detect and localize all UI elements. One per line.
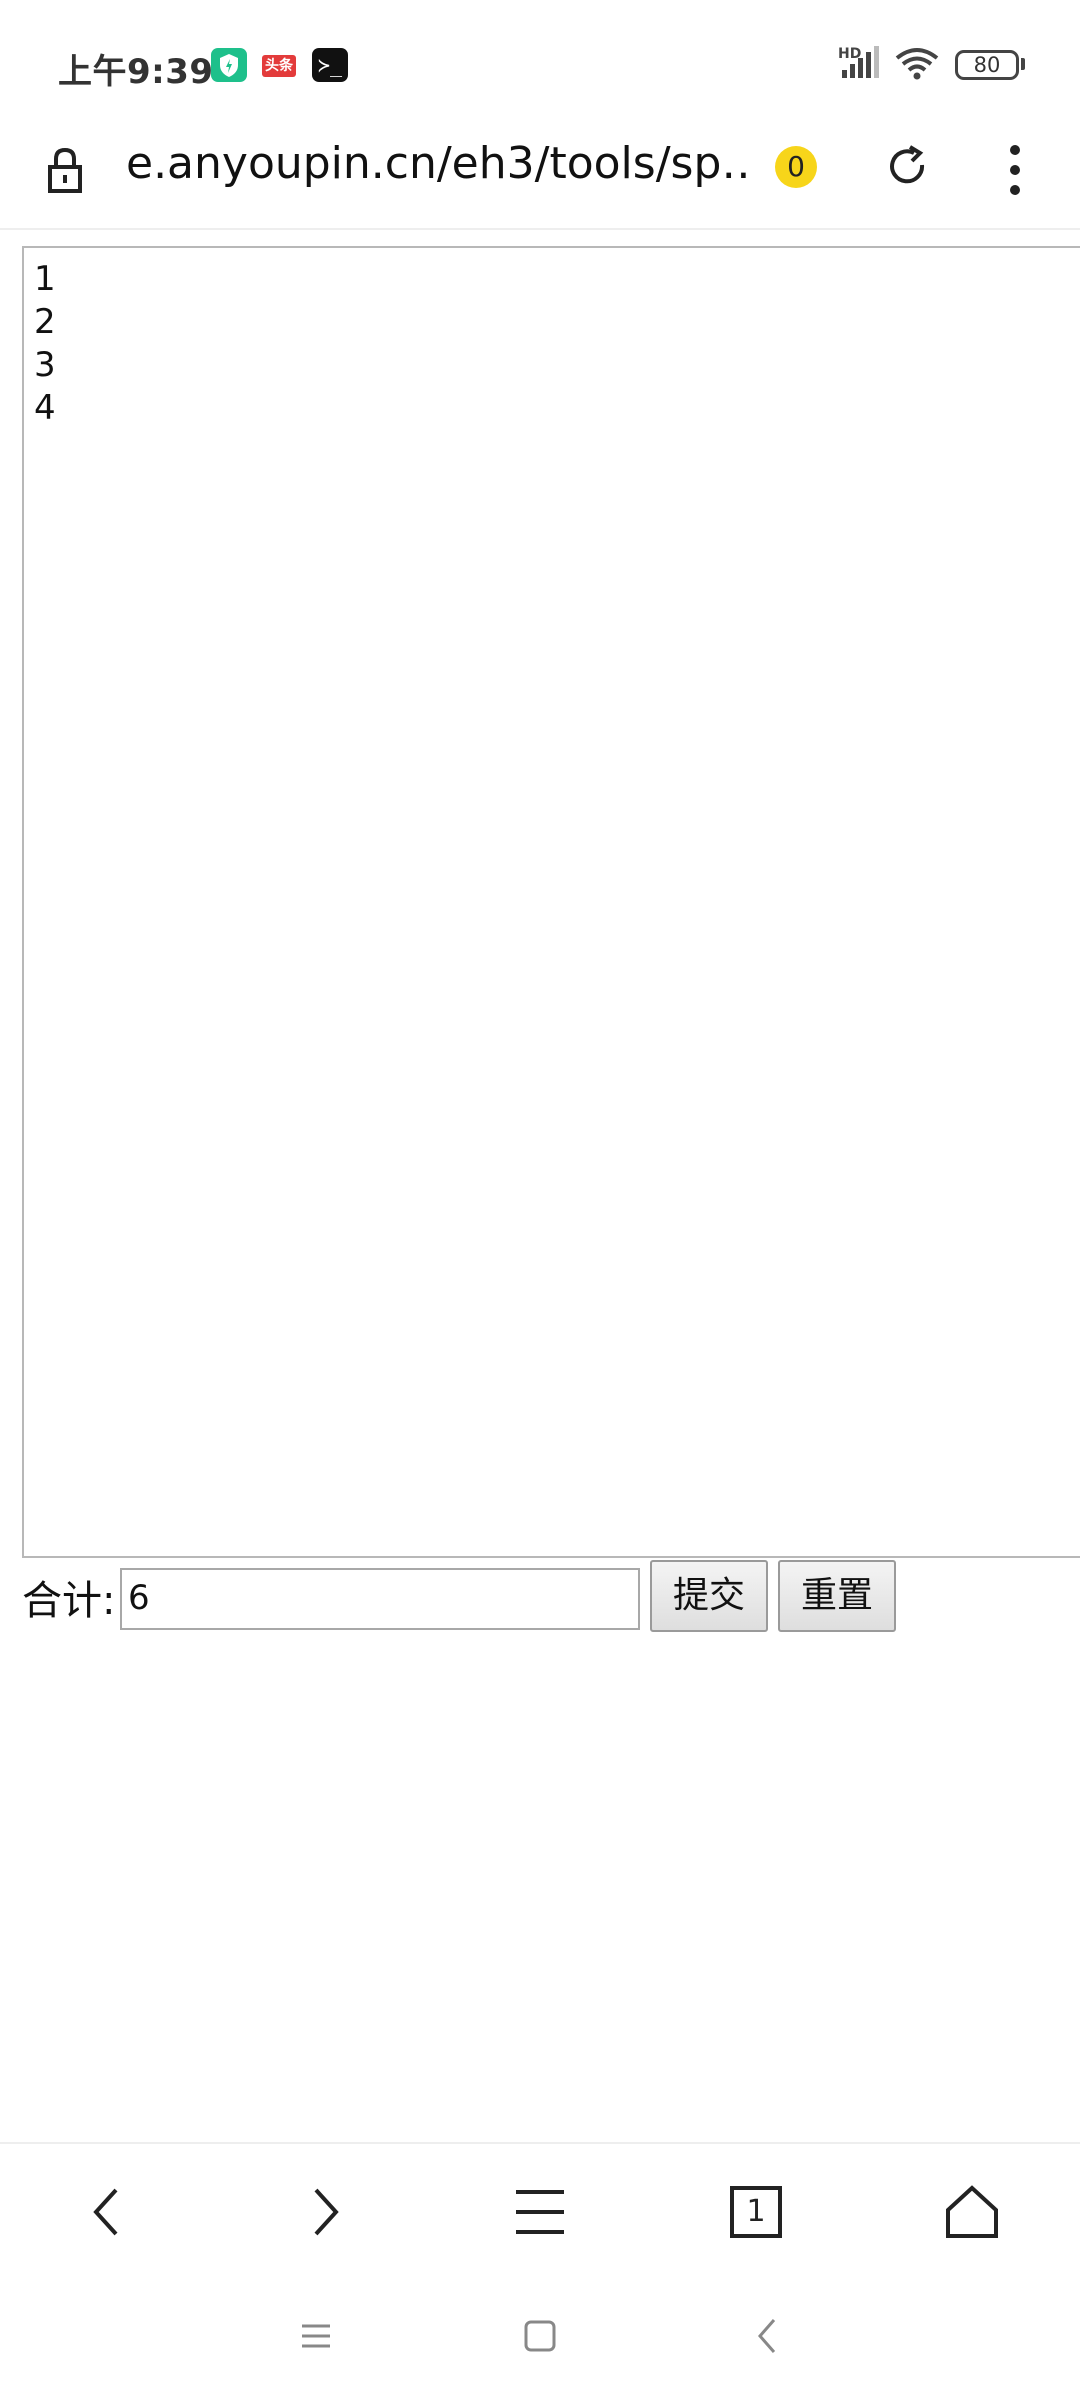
tabs-button[interactable]: 1 [728,2184,784,2240]
home-nav-icon[interactable] [520,2316,560,2356]
news-app-icon: 头条 [262,55,296,77]
textarea-line: 3 [34,345,56,385]
back-nav-icon[interactable] [748,2316,788,2356]
browser-toolbar: 1 [0,2142,1080,2270]
lock-icon[interactable] [45,145,85,195]
security-app-icon [211,48,247,82]
total-label: 合计: [22,1578,116,1624]
adblock-count-badge[interactable]: 0 [775,146,817,188]
tabs-count: 1 [746,2194,766,2229]
more-menu-icon[interactable] [1000,142,1030,198]
back-icon[interactable] [80,2184,136,2240]
battery-nub [1021,58,1025,70]
total-input[interactable]: 6 [120,1568,640,1630]
wifi-icon [895,48,939,80]
reload-icon[interactable] [884,143,932,191]
status-bar: 上午9:39 头条 ≻_ HD 80 [0,0,1080,130]
menu-icon[interactable] [512,2184,568,2240]
system-navigation-bar [0,2270,1080,2400]
browser-address-bar: e.anyoupin.cn/eh3/tools/sp… 0 [0,130,1080,230]
url-text[interactable]: e.anyoupin.cn/eh3/tools/sp… [126,138,746,189]
status-time: 上午9:39 [58,52,214,92]
submit-button[interactable]: 提交 [650,1560,768,1632]
numbers-textarea[interactable]: 1 2 3 4 [22,246,1080,1558]
home-icon[interactable] [944,2184,1000,2240]
textarea-line: 2 [34,302,56,342]
battery-icon: 80 [955,50,1019,80]
recent-apps-icon[interactable] [296,2316,336,2356]
cellular-signal-icon [842,46,879,78]
terminal-app-icon: ≻_ [312,48,348,82]
reset-button[interactable]: 重置 [778,1560,896,1632]
forward-icon[interactable] [296,2184,352,2240]
textarea-line: 1 [34,259,56,299]
textarea-line: 4 [34,388,56,428]
